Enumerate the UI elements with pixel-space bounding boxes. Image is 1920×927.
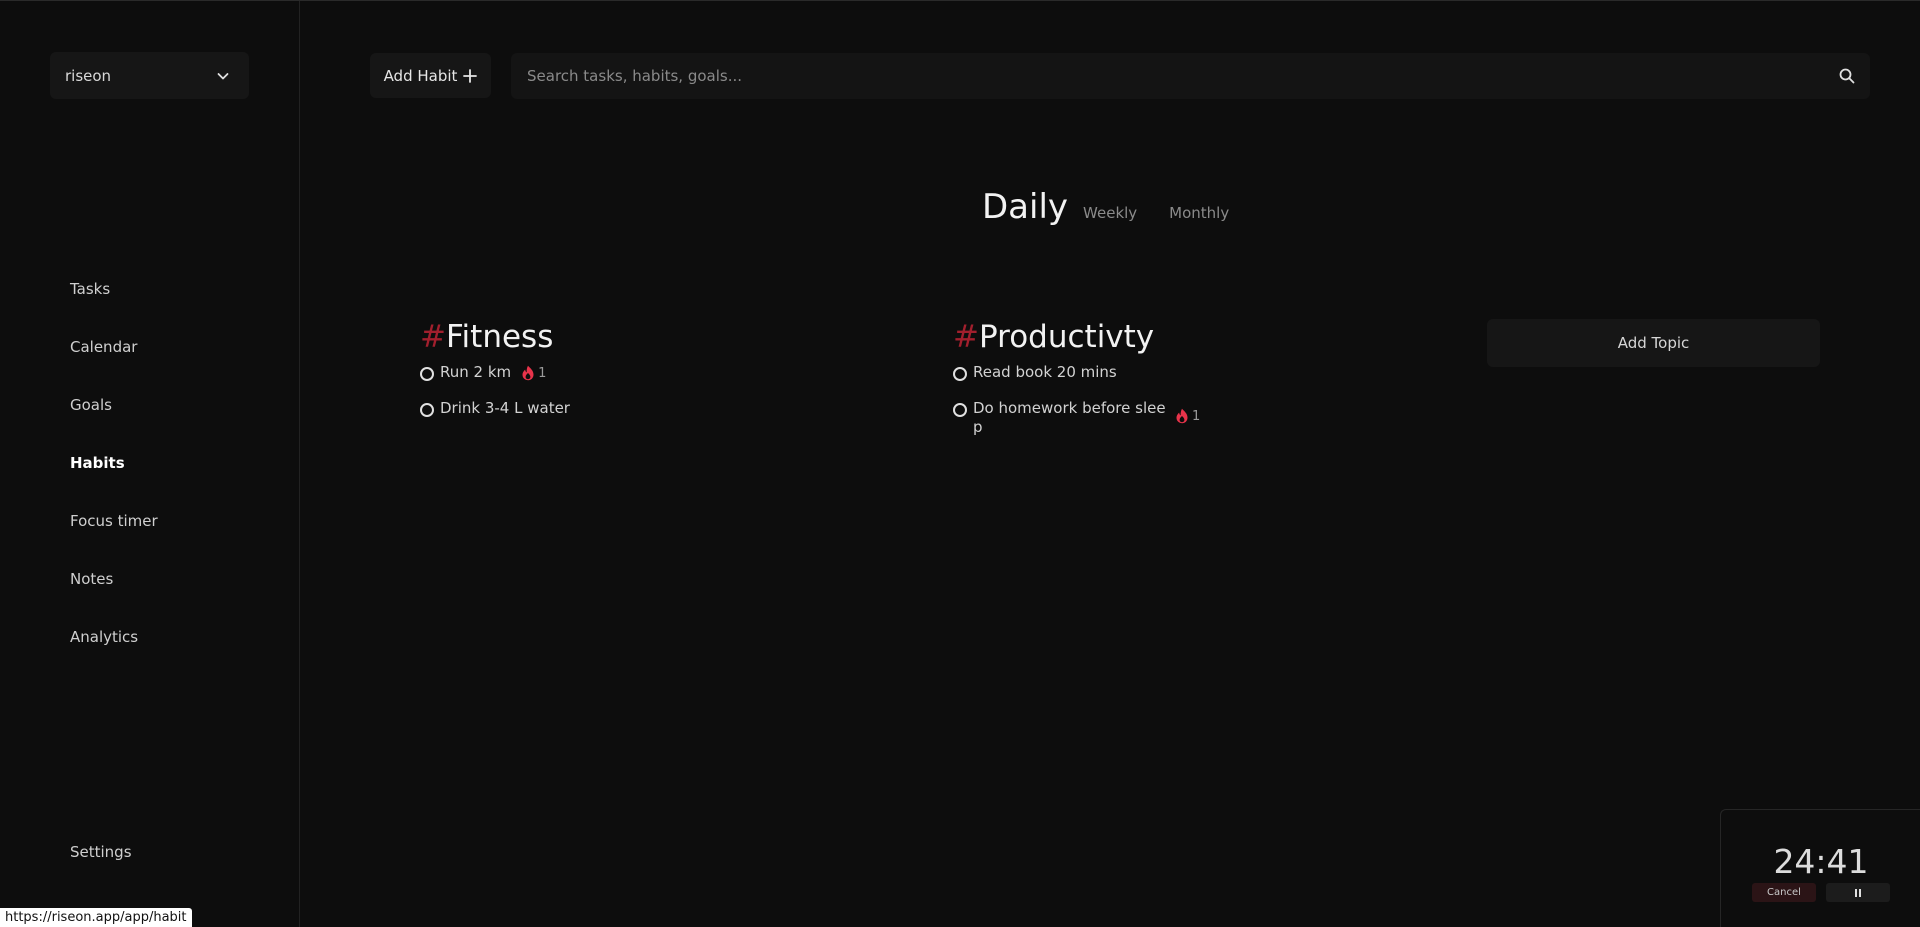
sidebar-item-goals[interactable]: Goals <box>70 392 158 450</box>
sidebar: riseon Tasks Calendar Goals Habits Focus… <box>0 1 300 927</box>
habit-name: Do homework before slee p <box>973 399 1173 437</box>
topic-name: Fitness <box>445 319 554 355</box>
habit-name: Read book 20 mins <box>973 363 1117 381</box>
timer-pause-button[interactable] <box>1826 883 1890 902</box>
add-habit-label: Add Habit <box>383 66 458 85</box>
topic-hash: # <box>420 319 446 355</box>
habit-name: Drink 3-4 L water <box>440 399 570 417</box>
sidebar-nav: Tasks Calendar Goals Habits Focus timer … <box>70 276 158 682</box>
streak-badge: 1 <box>521 365 546 381</box>
streak-count: 1 <box>538 365 547 381</box>
streak-badge: 1 <box>1175 408 1200 424</box>
habit-checkbox[interactable] <box>953 403 967 417</box>
topic-fitness: #Fitness Run 2 km 1 Drink 3-4 L water <box>420 317 570 435</box>
habit-item[interactable]: Drink 3-4 L water <box>420 399 570 418</box>
topic-name: Productivty <box>978 319 1155 355</box>
add-topic-button[interactable]: Add Topic <box>1487 319 1820 367</box>
flame-icon <box>1176 408 1188 424</box>
timer-cancel-button[interactable]: Cancel <box>1752 883 1816 902</box>
add-habit-button[interactable]: Add Habit <box>370 53 491 98</box>
flame-icon <box>522 365 534 381</box>
pause-icon <box>1855 888 1861 897</box>
focus-timer-widget: 24:41 Cancel <box>1720 809 1920 927</box>
timer-time: 24:41 <box>1773 842 1869 881</box>
sidebar-item-settings[interactable]: Settings <box>70 843 132 861</box>
chevron-down-icon <box>217 72 229 79</box>
workspace-name: riseon <box>65 66 112 85</box>
sidebar-item-analytics[interactable]: Analytics <box>70 624 158 682</box>
topic-hash: # <box>953 319 979 355</box>
plus-icon <box>463 68 478 83</box>
sidebar-item-habits[interactable]: Habits <box>70 450 158 508</box>
topic-productivty: #Productivty Read book 20 mins Do homewo… <box>953 317 1200 454</box>
topic-title: #Productivty <box>953 317 1200 357</box>
tab-daily[interactable]: Daily <box>982 187 1068 227</box>
habit-checkbox[interactable] <box>420 403 434 417</box>
search-bar <box>511 53 1870 99</box>
sidebar-item-notes[interactable]: Notes <box>70 566 158 624</box>
status-url: https://riseon.app/app/habit <box>0 908 192 927</box>
habit-item[interactable]: Run 2 km 1 <box>420 363 570 382</box>
habit-name: Run 2 km <box>440 363 512 381</box>
topic-title: #Fitness <box>420 317 570 357</box>
period-tabs: Daily Weekly Monthly <box>982 187 1261 227</box>
sidebar-item-tasks[interactable]: Tasks <box>70 276 158 334</box>
habit-checkbox[interactable] <box>420 367 434 381</box>
app-window: riseon Tasks Calendar Goals Habits Focus… <box>0 0 1920 927</box>
search-input[interactable] <box>525 53 1825 99</box>
habit-name-line-1: Do homework before slee <box>973 399 1166 417</box>
sidebar-item-focus-timer[interactable]: Focus timer <box>70 508 158 566</box>
tab-weekly[interactable]: Weekly <box>1083 204 1137 222</box>
habit-item[interactable]: Read book 20 mins <box>953 363 1200 382</box>
workspace-switcher[interactable]: riseon <box>50 52 249 99</box>
streak-count: 1 <box>1192 408 1201 424</box>
habit-item[interactable]: Do homework before slee p 1 <box>953 399 1200 437</box>
habit-checkbox[interactable] <box>953 367 967 381</box>
search-icon[interactable] <box>1838 67 1856 85</box>
tab-monthly[interactable]: Monthly <box>1169 204 1229 222</box>
sidebar-item-calendar[interactable]: Calendar <box>70 334 158 392</box>
habit-name-line-2: p <box>973 418 983 436</box>
